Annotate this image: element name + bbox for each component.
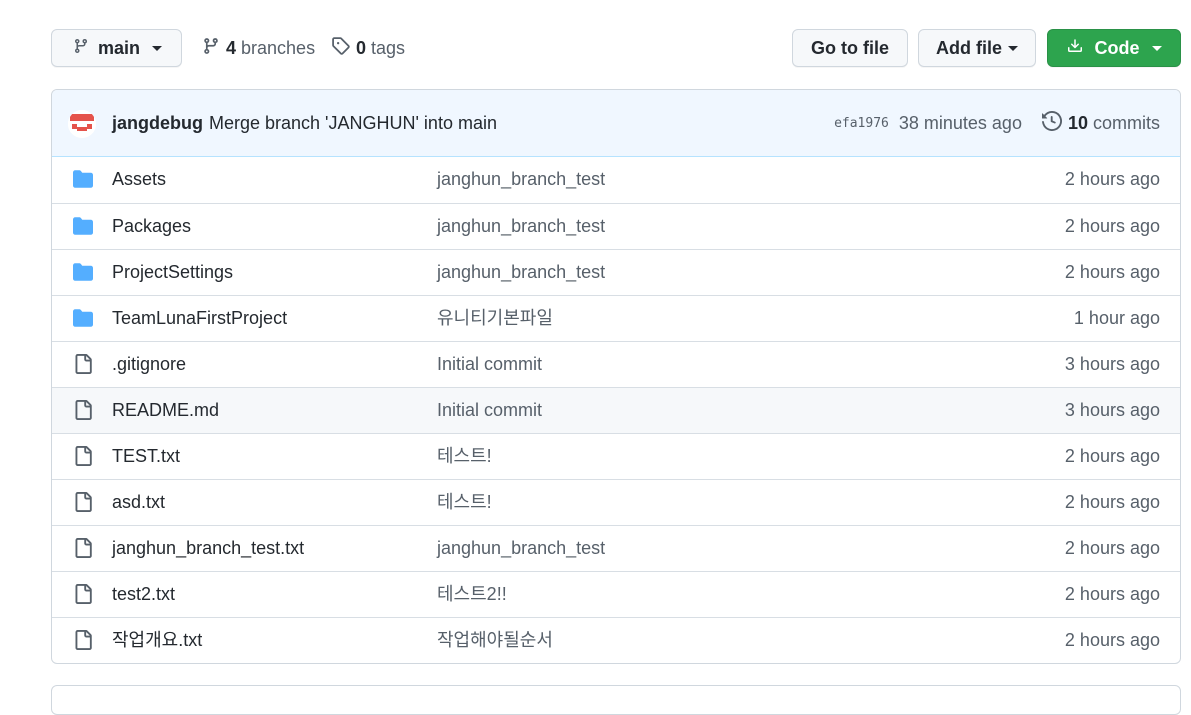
folder-icon bbox=[72, 216, 94, 236]
branch-select-button[interactable]: main bbox=[51, 29, 182, 67]
add-file-button[interactable]: Add file bbox=[918, 29, 1036, 67]
commit-time: 38 minutes ago bbox=[898, 113, 1022, 133]
file-commit-message-link[interactable]: 작업해야될순서 bbox=[437, 618, 553, 663]
file-name-link[interactable]: TEST.txt bbox=[112, 434, 180, 479]
commit-meta: efa1976 38 minutes ago 10 commits bbox=[834, 90, 1160, 157]
file-row[interactable]: TeamLunaFirstProject 유니티기본파일 1 hour ago bbox=[52, 295, 1180, 341]
file-name-link[interactable]: janghun_branch_test.txt bbox=[112, 526, 304, 571]
file-name-link[interactable]: README.md bbox=[112, 388, 219, 433]
file-commit-message-link[interactable]: 유니티기본파일 bbox=[437, 296, 553, 341]
file-name-link[interactable]: test2.txt bbox=[112, 572, 175, 617]
repo-toolbar: main 4 branches 0 tags Go to file Add fi… bbox=[51, 29, 1181, 69]
download-icon bbox=[1067, 38, 1083, 59]
file-commit-message-link[interactable]: 테스트! bbox=[437, 434, 492, 479]
file-name-link[interactable]: .gitignore bbox=[112, 342, 186, 387]
file-row[interactable]: TEST.txt 테스트! 2 hours ago bbox=[52, 433, 1180, 479]
file-icon bbox=[72, 354, 94, 374]
git-branch-icon bbox=[73, 38, 89, 59]
folder-icon bbox=[72, 169, 94, 189]
file-row[interactable]: 작업개요.txt 작업해야될순서 2 hours ago bbox=[52, 617, 1180, 663]
file-row[interactable]: .gitignore Initial commit 3 hours ago bbox=[52, 341, 1180, 387]
commit-author[interactable]: jangdebug bbox=[112, 113, 203, 134]
file-age: 2 hours ago bbox=[1064, 630, 1160, 650]
chevron-down-icon bbox=[1151, 45, 1162, 51]
go-to-file-button[interactable]: Go to file bbox=[792, 29, 908, 67]
file-age: 2 hours ago bbox=[1064, 492, 1160, 512]
branches-count: 4 bbox=[226, 37, 237, 58]
branches-label: branches bbox=[241, 37, 316, 58]
file-name-link[interactable]: 작업개요.txt bbox=[112, 618, 202, 663]
file-name-link[interactable]: Packages bbox=[112, 204, 191, 249]
file-name-link[interactable]: Assets bbox=[112, 157, 166, 202]
file-age: 2 hours ago bbox=[1064, 446, 1160, 466]
file-age: 2 hours ago bbox=[1064, 262, 1160, 282]
file-age: 2 hours ago bbox=[1064, 584, 1160, 604]
readme-box bbox=[51, 685, 1181, 715]
file-commit-message-link[interactable]: janghun_branch_test bbox=[437, 157, 605, 202]
commits-label: commits bbox=[1093, 113, 1160, 133]
file-age: 3 hours ago bbox=[1064, 354, 1160, 374]
file-age: 2 hours ago bbox=[1064, 169, 1160, 189]
commit-summary: jangdebug Merge branch 'JANGHUN' into ma… bbox=[112, 90, 497, 157]
file-icon bbox=[72, 584, 94, 604]
file-icon bbox=[72, 538, 94, 558]
code-button[interactable]: Code bbox=[1047, 29, 1181, 67]
file-commit-message-link[interactable]: janghun_branch_test bbox=[437, 204, 605, 249]
file-icon bbox=[72, 630, 94, 650]
file-row[interactable]: janghun_branch_test.txt janghun_branch_te… bbox=[52, 525, 1180, 571]
tag-icon bbox=[331, 36, 350, 60]
file-row[interactable]: asd.txt 테스트! 2 hours ago bbox=[52, 479, 1180, 525]
tags-link[interactable]: 0 tags bbox=[331, 29, 405, 67]
chevron-down-icon bbox=[1008, 45, 1018, 51]
file-row[interactable]: Assets janghun_branch_test 2 hours ago bbox=[52, 157, 1180, 203]
commits-history-link[interactable]: 10 commits bbox=[1041, 110, 1160, 136]
file-icon bbox=[72, 446, 94, 466]
file-row[interactable]: ProjectSettings janghun_branch_test 2 hour… bbox=[52, 249, 1180, 295]
file-age: 2 hours ago bbox=[1064, 538, 1160, 558]
go-to-file-label: Go to file bbox=[811, 37, 889, 58]
file-commit-message-link[interactable]: 테스트2!! bbox=[437, 572, 507, 617]
file-row[interactable]: Packages janghun_branch_test 2 hours ago bbox=[52, 203, 1180, 249]
file-row[interactable]: test2.txt 테스트2!! 2 hours ago bbox=[52, 571, 1180, 617]
file-row[interactable]: README.md Initial commit 3 hours ago bbox=[52, 387, 1180, 433]
branch-label: main bbox=[98, 37, 141, 58]
folder-icon bbox=[72, 308, 94, 328]
file-name-link[interactable]: TeamLunaFirstProject bbox=[112, 296, 287, 341]
tags-label: tags bbox=[371, 37, 406, 58]
file-commit-message-link[interactable]: Initial commit bbox=[437, 342, 542, 387]
file-icon bbox=[72, 492, 94, 512]
folder-icon bbox=[72, 262, 94, 282]
file-commit-message-link[interactable]: Initial commit bbox=[437, 388, 542, 433]
file-icon bbox=[72, 400, 94, 420]
file-commit-message-link[interactable]: 테스트! bbox=[437, 480, 492, 525]
git-branch-icon bbox=[202, 37, 220, 60]
repo-file-browser: jangdebug Merge branch 'JANGHUN' into ma… bbox=[51, 89, 1181, 664]
file-name-link[interactable]: asd.txt bbox=[112, 480, 165, 525]
file-commit-message-link[interactable]: janghun_branch_test bbox=[437, 250, 605, 295]
code-label: Code bbox=[1094, 37, 1140, 58]
file-commit-message-link[interactable]: janghun_branch_test bbox=[437, 526, 605, 571]
commit-sha[interactable]: efa1976 bbox=[834, 116, 889, 131]
file-age: 3 hours ago bbox=[1064, 400, 1160, 420]
commit-message[interactable]: Merge branch 'JANGHUN' into main bbox=[209, 113, 497, 134]
file-age: 2 hours ago bbox=[1064, 216, 1160, 236]
file-name-link[interactable]: ProjectSettings bbox=[112, 250, 233, 295]
latest-commit-bar: jangdebug Merge branch 'JANGHUN' into ma… bbox=[52, 90, 1180, 157]
commits-count: 10 bbox=[1067, 113, 1088, 133]
tags-count: 0 bbox=[356, 37, 367, 58]
file-age: 1 hour ago bbox=[1073, 308, 1160, 328]
chevron-down-icon bbox=[152, 45, 163, 51]
file-list: Assets janghun_branch_test 2 hours ago Pack… bbox=[52, 157, 1180, 663]
history-icon bbox=[1041, 110, 1062, 136]
branches-link[interactable]: 4 branches bbox=[202, 29, 315, 67]
avatar[interactable] bbox=[68, 110, 96, 138]
add-file-label: Add file bbox=[936, 37, 1002, 58]
